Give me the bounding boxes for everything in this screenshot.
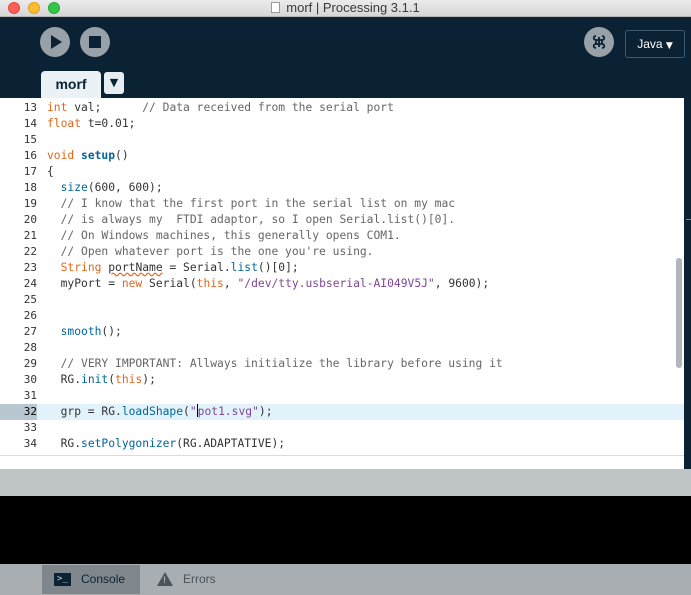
code-text: float t=0.01; <box>47 117 136 130</box>
line-number: 19 <box>23 197 37 210</box>
console-tab-bar: >_ Console ! Errors <box>0 564 691 595</box>
console-tab-label: Console <box>81 572 126 586</box>
code-line[interactable]: 17 { <box>0 164 684 180</box>
editor-vertical-scrollbar[interactable] <box>676 258 682 368</box>
code-text: RG.init(this); <box>47 373 156 386</box>
line-number: 30 <box>23 373 37 386</box>
code-line[interactable]: 14 float t=0.01; <box>0 116 684 132</box>
tab-strip: morf ▼ <box>0 71 691 98</box>
code-line[interactable]: 30 RG.init(this); <box>0 372 684 388</box>
line-number: 33 <box>23 421 37 434</box>
code-line[interactable]: 18 size(600, 600); <box>0 180 684 196</box>
code-line[interactable]: 27 smooth(); <box>0 324 684 340</box>
code-text: size(600, 600); <box>60 181 163 194</box>
code-line[interactable]: 34 RG.setPolygonizer(RG.ADAPTATIVE); <box>0 436 684 452</box>
code-text: RG.setPolygonizer(RG.ADAPTATIVE); <box>47 437 286 450</box>
code-text: { <box>47 165 54 178</box>
code-line[interactable]: 31 <box>0 388 684 404</box>
editor-horizontal-scrollbar[interactable] <box>0 455 684 469</box>
code-text: // Open whatever port is the one you're … <box>60 245 374 258</box>
code-text: // On Windows machines, this generally o… <box>60 229 401 242</box>
line-number: 15 <box>23 133 37 146</box>
run-button[interactable] <box>40 27 70 57</box>
console-tab[interactable]: >_ Console <box>42 565 140 594</box>
code-line[interactable]: 16 void setup() <box>0 148 684 164</box>
line-number: 26 <box>23 309 37 322</box>
code-line[interactable]: 23 String portName = Serial.list()[0]; <box>0 260 684 276</box>
debugger-button[interactable] <box>584 27 614 57</box>
line-number: 25 <box>23 293 37 306</box>
code-text: void setup() <box>47 149 129 162</box>
code-line[interactable]: 26 <box>0 308 684 324</box>
code-line[interactable]: 32 grp = RG.loadShape("pot1.svg"); <box>0 404 684 420</box>
line-number: 13 <box>23 101 37 114</box>
mode-label: Java <box>637 37 663 51</box>
error-marker-column <box>684 98 691 470</box>
code-text: myPort = new Serial(this, "/dev/tty.usbs… <box>47 277 490 290</box>
code-line[interactable]: 24 myPort = new Serial(this, "/dev/tty.u… <box>0 276 684 292</box>
code-line[interactable]: 19 // I know that the first port in the … <box>0 196 684 212</box>
code-text: // is always my FTDI adaptor, so I open … <box>60 213 456 226</box>
errors-tab[interactable]: ! Errors <box>145 565 233 594</box>
code-line[interactable]: 22 // Open whatever port is the one you'… <box>0 244 684 260</box>
code-line[interactable]: 25 <box>0 292 684 308</box>
code-text: // I know that the first port in the ser… <box>60 197 456 210</box>
code-text: // VERY IMPORTANT: Allways initialize th… <box>60 357 503 370</box>
play-icon <box>51 35 62 49</box>
text-cursor <box>196 404 198 417</box>
toolbar: Java ▼ <box>0 17 691 71</box>
code-line[interactable]: 13 int val; // Data received from the ser… <box>0 100 684 116</box>
line-number: 34 <box>23 437 37 450</box>
console-output[interactable] <box>0 496 691 564</box>
line-number: 23 <box>23 261 37 274</box>
debugger-icon <box>592 35 606 49</box>
warning-icon-mark: ! <box>163 575 166 585</box>
code-line[interactable]: 29 // VERY IMPORTANT: Allways initialize… <box>0 356 684 372</box>
stop-icon <box>89 36 101 48</box>
mode-selector[interactable]: Java ▼ <box>625 30 685 58</box>
code-line[interactable]: 21 // On Windows machines, this generall… <box>0 228 684 244</box>
line-number: 27 <box>23 325 37 338</box>
line-number: 20 <box>23 213 37 226</box>
line-number: 18 <box>23 181 37 194</box>
code-text: String portName = Serial.list()[0]; <box>60 261 299 274</box>
line-number: 29 <box>23 357 37 370</box>
code-text: int val; // Data received from the seria… <box>47 101 394 114</box>
code-line[interactable]: 15 <box>0 132 684 148</box>
line-number: 22 <box>23 245 37 258</box>
errors-tab-label: Errors <box>183 572 216 586</box>
stop-button[interactable] <box>80 27 110 57</box>
status-bar <box>0 469 691 496</box>
code-editor[interactable]: 13 int val; // Data received from the ser… <box>0 98 684 455</box>
line-number: 28 <box>23 341 37 354</box>
code-text: grp = RG.loadShape("pot1.svg"); <box>47 404 273 418</box>
console-icon: >_ <box>54 573 71 586</box>
warning-marker[interactable] <box>686 219 691 220</box>
line-number: 14 <box>23 117 37 130</box>
code-line[interactable]: 28 <box>0 340 684 356</box>
chevron-down-icon: ▼ <box>665 41 673 51</box>
tab-morf[interactable]: morf <box>41 71 101 98</box>
code-line[interactable]: 20 // is always my FTDI adaptor, so I op… <box>0 212 684 228</box>
tab-menu-button[interactable]: ▼ <box>104 72 124 94</box>
window-titlebar: morf | Processing 3.1.1 <box>0 0 691 17</box>
window-title: morf | Processing 3.1.1 <box>0 0 691 16</box>
window-title-text: morf | Processing 3.1.1 <box>286 0 420 15</box>
code-line[interactable]: 33 <box>0 420 684 436</box>
document-icon <box>271 2 281 13</box>
line-number: 17 <box>23 165 37 178</box>
line-number: 16 <box>23 149 37 162</box>
line-number: 24 <box>23 277 37 290</box>
line-number: 31 <box>23 389 37 402</box>
line-number: 21 <box>23 229 37 242</box>
code-text: smooth(); <box>60 325 122 338</box>
line-number: 32 <box>0 404 37 420</box>
